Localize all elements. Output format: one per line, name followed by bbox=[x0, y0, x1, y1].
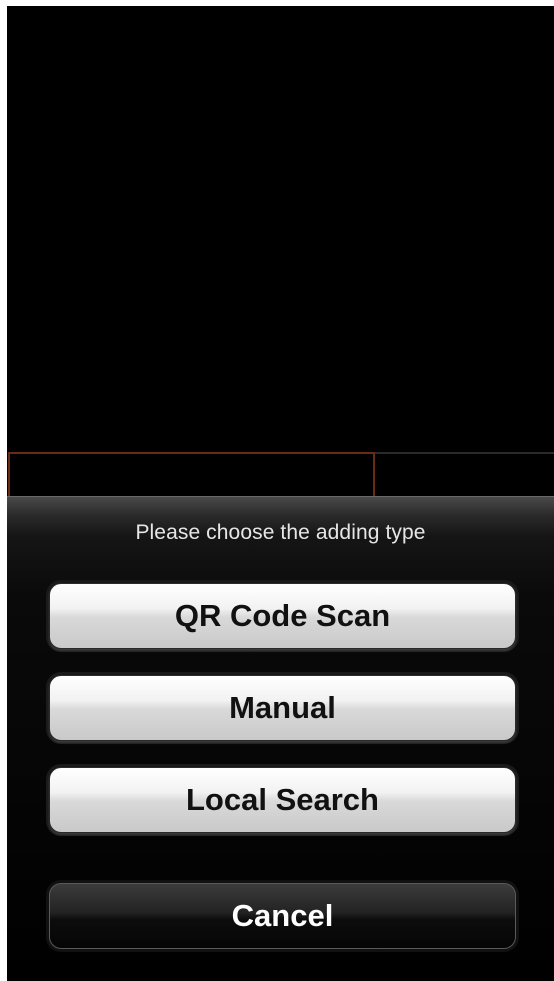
action-sheet: Please choose the adding type QR Code Sc… bbox=[7, 496, 554, 981]
qr-code-scan-button[interactable]: QR Code Scan bbox=[49, 583, 516, 649]
action-sheet-title: Please choose the adding type bbox=[135, 521, 426, 544]
manual-button[interactable]: Manual bbox=[49, 675, 516, 741]
tab-unselected[interactable] bbox=[375, 452, 554, 502]
cancel-button[interactable]: Cancel bbox=[49, 883, 516, 949]
tab-selected[interactable] bbox=[8, 452, 375, 502]
local-search-button[interactable]: Local Search bbox=[49, 767, 516, 833]
tab-bar bbox=[7, 452, 554, 502]
app-screen: Please choose the adding type QR Code Sc… bbox=[7, 6, 554, 981]
content-area bbox=[7, 6, 554, 496]
